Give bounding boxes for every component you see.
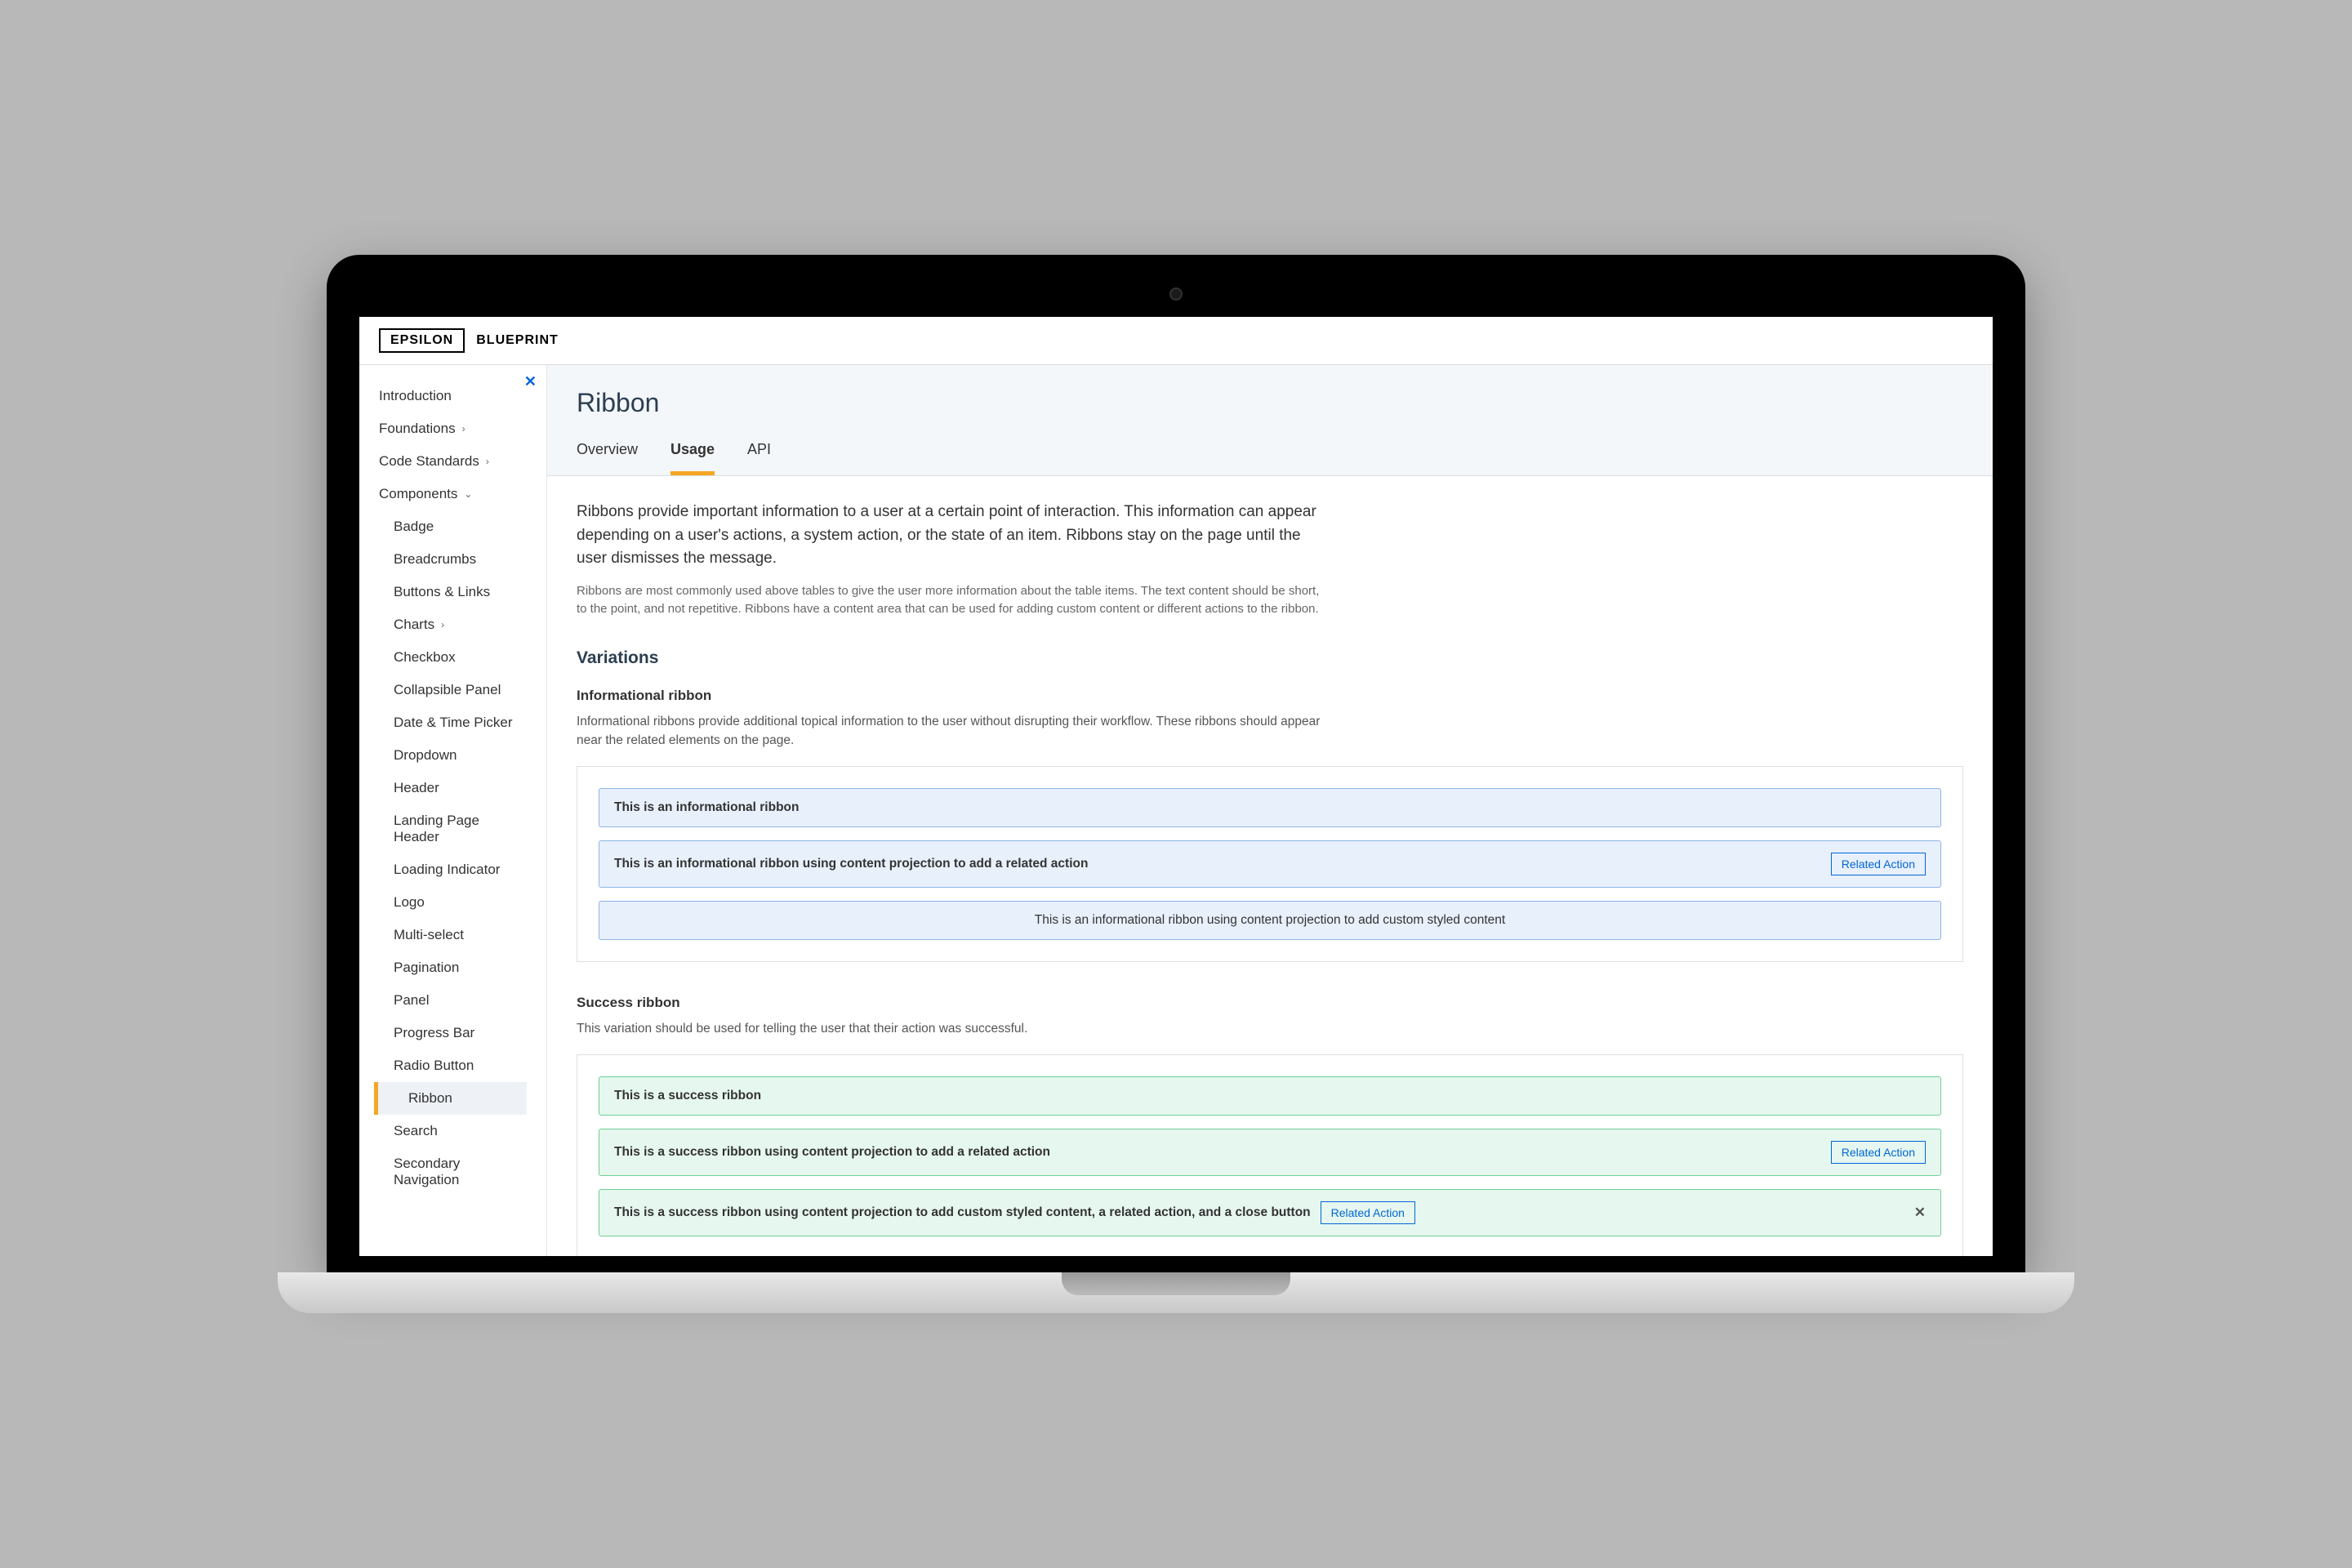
page-title: Ribbon bbox=[577, 388, 1963, 418]
nav-sub-item[interactable]: Date & Time Picker bbox=[394, 706, 527, 739]
nav-sub-item[interactable]: Charts› bbox=[394, 608, 527, 641]
info-desc: Informational ribbons provide additional… bbox=[577, 712, 1328, 751]
nav-sub-item[interactable]: Badge bbox=[394, 510, 527, 543]
info-examples: This is an informational ribbon This is … bbox=[577, 766, 1963, 962]
success-heading: Success ribbon bbox=[577, 995, 1963, 1011]
chevron-right-icon: › bbox=[462, 423, 466, 434]
nav-sub-item[interactable]: Buttons & Links bbox=[394, 576, 527, 608]
chevron-right-icon: › bbox=[486, 456, 489, 467]
nav-item[interactable]: Code Standards› bbox=[379, 445, 527, 478]
nav-item[interactable]: Introduction bbox=[379, 380, 527, 412]
ribbon-text: This is a success ribbon using content p… bbox=[614, 1145, 1050, 1160]
nav-sub-item[interactable]: Secondary Navigation bbox=[394, 1147, 527, 1196]
nav-sub-item[interactable]: Logo bbox=[394, 886, 527, 919]
tab-bar: Overview Usage API bbox=[577, 441, 1963, 475]
related-action-button[interactable]: Related Action bbox=[1831, 1141, 1926, 1164]
nav-sub-item[interactable]: Breadcrumbs bbox=[394, 543, 527, 576]
ribbon-text: This is a success ribbon using content p… bbox=[614, 1205, 1311, 1220]
close-icon[interactable]: ✕ bbox=[524, 373, 537, 390]
variations-heading: Variations bbox=[577, 648, 1963, 668]
success-desc: This variation should be used for tellin… bbox=[577, 1019, 1328, 1038]
ribbon-text: This is an informational ribbon using co… bbox=[614, 857, 1088, 871]
nav-sub-item[interactable]: Ribbon bbox=[374, 1082, 527, 1115]
laptop-mockup: EPSILON BLUEPRINT ✕ IntroductionFoundati… bbox=[327, 255, 2025, 1313]
logo-box: EPSILON bbox=[379, 328, 465, 353]
nav-sub-item[interactable]: Panel bbox=[394, 984, 527, 1017]
related-action-button[interactable]: Related Action bbox=[1831, 853, 1926, 875]
laptop-notch bbox=[1062, 1272, 1290, 1295]
nav-sub-item[interactable]: Dropdown bbox=[394, 739, 527, 772]
success-ribbon-basic: This is a success ribbon bbox=[599, 1076, 1941, 1116]
nav-sub-item[interactable]: Search bbox=[394, 1115, 527, 1147]
info-ribbon-custom: This is an informational ribbon using co… bbox=[599, 901, 1941, 940]
page-header: Ribbon Overview Usage API bbox=[547, 365, 1993, 476]
chevron-right-icon: › bbox=[441, 619, 444, 630]
camera-dot bbox=[1169, 287, 1183, 301]
sub-intro-text: Ribbons are most commonly used above tab… bbox=[577, 582, 1328, 619]
top-bar: EPSILON BLUEPRINT bbox=[359, 317, 1993, 365]
nav-sub-item[interactable]: Multi-select bbox=[394, 919, 527, 951]
screen-bezel: EPSILON BLUEPRINT ✕ IntroductionFoundati… bbox=[327, 255, 2025, 1272]
nav-sub-item[interactable]: Checkbox bbox=[394, 641, 527, 674]
nav-item[interactable]: Foundations› bbox=[379, 412, 527, 445]
success-ribbon-full: This is a success ribbon using content p… bbox=[599, 1189, 1941, 1236]
ribbon-text: This is a success ribbon bbox=[614, 1089, 761, 1103]
related-action-button[interactable]: Related Action bbox=[1321, 1201, 1415, 1224]
info-ribbon-action: This is an informational ribbon using co… bbox=[599, 840, 1941, 888]
nav-sub-item[interactable]: Loading Indicator bbox=[394, 853, 527, 886]
nav-item[interactable]: Components⌄ bbox=[379, 478, 527, 510]
main-content: Ribbon Overview Usage API Ribbons provide … bbox=[547, 365, 1993, 1256]
app-body: ✕ IntroductionFoundations›Code Standards… bbox=[359, 365, 1993, 1256]
app-screen: EPSILON BLUEPRINT ✕ IntroductionFoundati… bbox=[359, 317, 1993, 1256]
nav-sub-item[interactable]: Progress Bar bbox=[394, 1017, 527, 1049]
laptop-base bbox=[278, 1272, 2074, 1313]
chevron-down-icon: ⌄ bbox=[464, 488, 472, 500]
logo-text: BLUEPRINT bbox=[476, 333, 559, 348]
tab-api[interactable]: API bbox=[747, 441, 771, 475]
intro-text: Ribbons provide important information to… bbox=[577, 501, 1328, 571]
info-ribbon-basic: This is an informational ribbon bbox=[599, 788, 1941, 827]
page-content: Ribbons provide important information to… bbox=[547, 476, 1993, 1256]
nav-sub-item[interactable]: Landing Page Header bbox=[394, 804, 527, 853]
ribbon-text: This is an informational ribbon using co… bbox=[1035, 913, 1505, 928]
nav-sub-item[interactable]: Pagination bbox=[394, 951, 527, 984]
close-icon[interactable]: ✕ bbox=[1914, 1205, 1926, 1221]
sidebar: ✕ IntroductionFoundations›Code Standards… bbox=[359, 365, 547, 1256]
nav-sub-item[interactable]: Radio Button bbox=[394, 1049, 527, 1082]
nav-sub-item[interactable]: Collapsible Panel bbox=[394, 674, 527, 706]
nav-sub-item[interactable]: Header bbox=[394, 772, 527, 804]
tab-usage[interactable]: Usage bbox=[670, 441, 715, 475]
info-heading: Informational ribbon bbox=[577, 688, 1963, 704]
success-examples: This is a success ribbon This is a succe… bbox=[577, 1054, 1963, 1256]
ribbon-text: This is an informational ribbon bbox=[614, 800, 799, 815]
tab-overview[interactable]: Overview bbox=[577, 441, 638, 475]
success-ribbon-action: This is a success ribbon using content p… bbox=[599, 1129, 1941, 1176]
